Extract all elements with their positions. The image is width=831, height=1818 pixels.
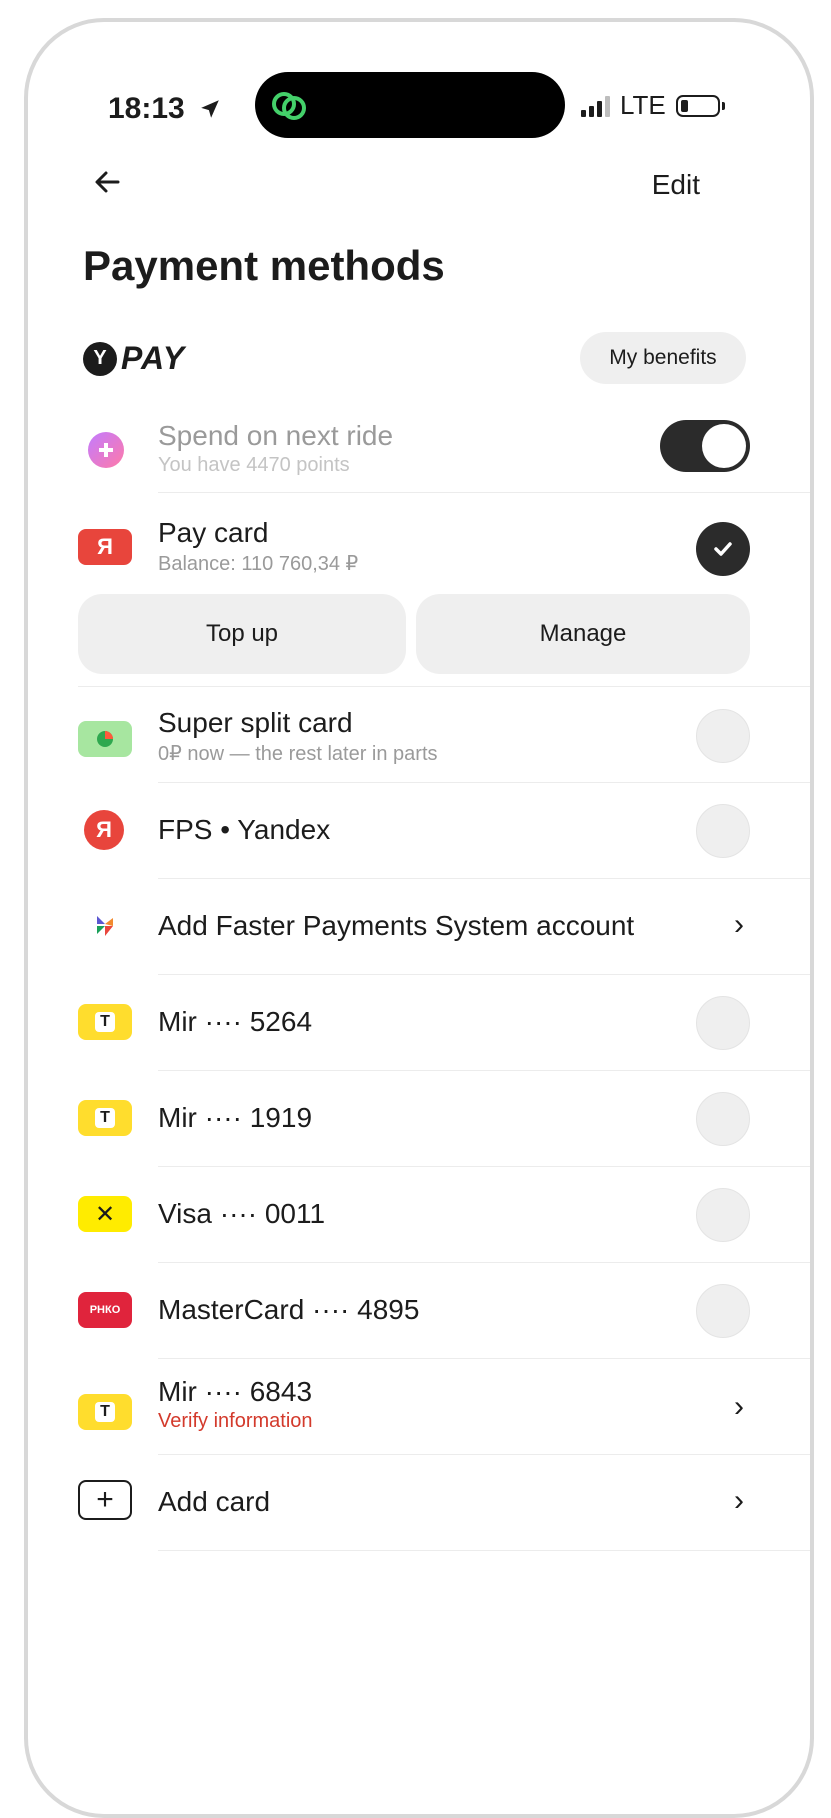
verify-warning: Verify information bbox=[158, 1410, 313, 1432]
chevron-right-icon: › bbox=[734, 1390, 744, 1423]
method-radio[interactable] bbox=[696, 1188, 750, 1242]
battery-icon bbox=[675, 94, 725, 117]
points-row[interactable]: Spend on next ride You have 4470 points bbox=[78, 420, 750, 480]
method-title: Mir ···· 6843 bbox=[158, 1376, 313, 1407]
payment-method-row[interactable]: Я FPS • Yandex bbox=[78, 802, 750, 862]
payment-method-row[interactable]: ✕ Visa ···· 0011 bbox=[78, 1186, 750, 1246]
ypay-logo: Y PAY bbox=[83, 340, 185, 377]
yandex-icon: Я bbox=[84, 810, 124, 850]
divider bbox=[158, 1454, 810, 1455]
method-title: Add card bbox=[158, 1486, 271, 1517]
points-title: Spend on next ride bbox=[158, 420, 394, 451]
yandex-circle-icon: Y bbox=[83, 341, 117, 376]
plus-icon: + bbox=[78, 1480, 132, 1520]
payment-method-row[interactable]: T Mir ···· 5264 bbox=[78, 994, 750, 1054]
method-title: Visa ···· 0011 bbox=[158, 1198, 326, 1229]
pay-card-icon: Я bbox=[78, 529, 132, 565]
link-rings-icon bbox=[272, 92, 306, 120]
top-up-button[interactable]: Top up bbox=[78, 594, 406, 674]
method-title: FPS • Yandex bbox=[158, 814, 331, 845]
chevron-right-icon: › bbox=[734, 908, 744, 941]
raiffeisen-icon: ✕ bbox=[78, 1196, 132, 1232]
back-arrow-icon[interactable] bbox=[88, 162, 128, 202]
my-benefits-button[interactable]: My benefits bbox=[580, 332, 746, 384]
method-radio[interactable] bbox=[696, 709, 750, 763]
method-radio[interactable] bbox=[696, 996, 750, 1050]
method-radio[interactable] bbox=[696, 1284, 750, 1338]
method-title: Super split card bbox=[158, 707, 353, 738]
pay-card-title: Pay card bbox=[158, 517, 269, 548]
add-card-row[interactable]: + Add card › bbox=[78, 1474, 750, 1534]
pay-card-row[interactable]: Я Pay card Balance: 110 760,34 ₽ bbox=[78, 517, 750, 577]
payment-method-row[interactable]: РНКО MasterCard ···· 4895 bbox=[78, 1282, 750, 1342]
selected-check-icon[interactable] bbox=[696, 522, 750, 576]
add-fps-row[interactable]: Add Faster Payments System account › bbox=[78, 898, 750, 958]
tbank-icon: T bbox=[78, 1004, 132, 1040]
divider bbox=[158, 1262, 810, 1263]
status-time: 18:13 bbox=[108, 92, 221, 126]
method-subtitle: 0₽ now — the rest later in parts bbox=[158, 743, 438, 765]
edit-button[interactable]: Edit bbox=[652, 169, 700, 201]
divider bbox=[158, 492, 810, 493]
location-arrow-icon bbox=[201, 100, 219, 118]
method-title: Add Faster Payments System account bbox=[158, 910, 635, 941]
method-title: Mir ···· 5264 bbox=[158, 1006, 313, 1037]
payment-method-row[interactable]: T Mir ···· 6843 Verify information › bbox=[78, 1376, 750, 1438]
method-title: Mir ···· 1919 bbox=[158, 1102, 313, 1133]
payment-method-row[interactable]: T Mir ···· 1919 bbox=[78, 1090, 750, 1150]
network-label: LTE bbox=[620, 90, 666, 120]
divider bbox=[158, 974, 810, 975]
method-title: MasterCard ···· 4895 bbox=[158, 1294, 420, 1325]
tbank-icon: T bbox=[78, 1394, 132, 1430]
dynamic-island bbox=[255, 72, 565, 138]
signal-icon bbox=[581, 95, 610, 117]
method-radio[interactable] bbox=[696, 1092, 750, 1146]
payment-method-row[interactable]: Super split card 0₽ now — the rest later… bbox=[78, 707, 750, 767]
page-title: Payment methods bbox=[83, 242, 445, 289]
divider bbox=[158, 782, 810, 783]
fps-icon bbox=[78, 908, 132, 944]
pay-card-balance: Balance: 110 760,34 ₽ bbox=[158, 553, 359, 575]
split-card-icon bbox=[78, 721, 132, 757]
points-toggle[interactable] bbox=[660, 420, 750, 472]
method-radio[interactable] bbox=[696, 804, 750, 858]
divider bbox=[158, 878, 810, 879]
manage-button[interactable]: Manage bbox=[416, 594, 750, 674]
divider bbox=[158, 1550, 810, 1551]
status-right: LTE bbox=[581, 90, 725, 121]
phone-frame: 18:13 LTE Edit Payment methods Y PAY My … bbox=[24, 18, 814, 1818]
plus-points-icon bbox=[88, 432, 124, 468]
divider bbox=[158, 1166, 810, 1167]
chevron-right-icon: › bbox=[734, 1484, 744, 1517]
tbank-icon: T bbox=[78, 1100, 132, 1136]
rnko-icon: РНКО bbox=[78, 1292, 132, 1328]
divider bbox=[158, 1358, 810, 1359]
divider bbox=[158, 1070, 810, 1071]
divider bbox=[78, 686, 810, 687]
points-subtitle: You have 4470 points bbox=[158, 454, 350, 476]
